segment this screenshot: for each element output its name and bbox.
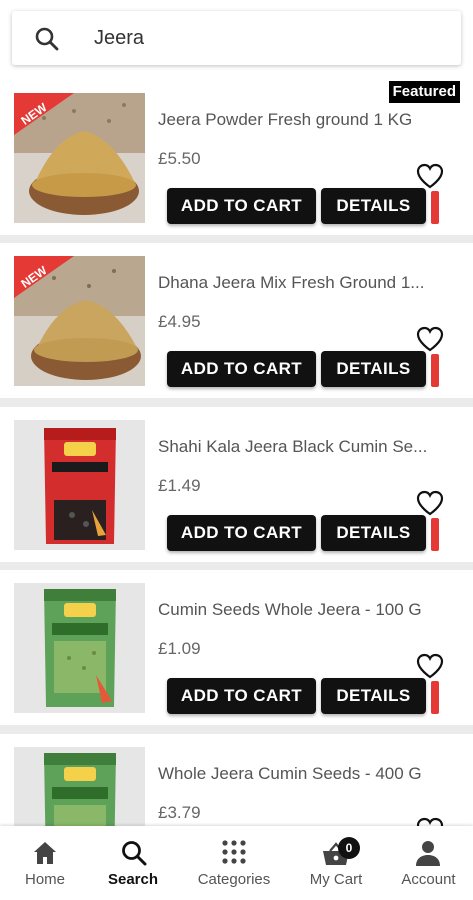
cart-count-badge: 0: [338, 837, 360, 859]
product-card[interactable]: Cumin Seeds Whole Jeera - 100 G £1.09 AD…: [0, 570, 473, 725]
search-header: [0, 0, 473, 80]
product-price: £1.49: [158, 476, 201, 495]
search-bar[interactable]: [12, 11, 461, 65]
product-name[interactable]: Shahi Kala Jeera Black Cumin Se...: [158, 437, 443, 457]
product-card[interactable]: NEW Featured Jeera Powder Fresh ground 1…: [0, 80, 473, 235]
heart-icon[interactable]: [416, 653, 444, 679]
heart-icon[interactable]: [416, 490, 444, 516]
nav-label: Search: [107, 871, 159, 888]
scroll-indicator: [431, 518, 439, 551]
scroll-indicator: [431, 191, 439, 224]
bottom-navigation: Home Search Categories 0 My Cart Account: [0, 826, 473, 900]
product-price: £1.09: [158, 639, 201, 658]
scroll-indicator: [431, 354, 439, 387]
details-button[interactable]: DETAILS: [321, 678, 426, 714]
add-to-cart-button[interactable]: ADD TO CART: [167, 188, 316, 224]
product-price: £5.50: [158, 149, 201, 168]
product-image[interactable]: NEW: [14, 256, 145, 386]
home-icon: [34, 842, 56, 864]
search-input[interactable]: [94, 19, 444, 57]
nav-item-search[interactable]: Search: [88, 826, 178, 900]
product-card[interactable]: Shahi Kala Jeera Black Cumin Se... £1.49…: [0, 407, 473, 562]
add-to-cart-button[interactable]: ADD TO CART: [167, 678, 316, 714]
product-image[interactable]: NEW: [14, 93, 145, 223]
featured-badge: Featured: [388, 81, 460, 103]
scroll-indicator: [431, 681, 439, 714]
heart-icon[interactable]: [416, 326, 444, 352]
product-name[interactable]: Jeera Powder Fresh ground 1 KG: [158, 110, 443, 130]
grid-icon: [222, 840, 246, 864]
nav-label: Home: [24, 871, 65, 888]
nav-label: My Cart: [309, 871, 363, 888]
heart-icon[interactable]: [416, 163, 444, 189]
product-image[interactable]: [14, 583, 145, 713]
add-to-cart-button[interactable]: ADD TO CART: [167, 351, 316, 387]
nav-item-account[interactable]: Account: [384, 826, 473, 900]
details-button[interactable]: DETAILS: [321, 188, 426, 224]
add-to-cart-button[interactable]: ADD TO CART: [167, 515, 316, 551]
product-image[interactable]: [14, 420, 145, 550]
nav-label: Categories: [197, 871, 271, 888]
nav-label: Account: [401, 871, 456, 888]
product-name[interactable]: Whole Jeera Cumin Seeds - 400 G: [158, 764, 443, 784]
search-icon: [122, 841, 147, 866]
product-name[interactable]: Cumin Seeds Whole Jeera - 100 G: [158, 600, 443, 620]
details-button[interactable]: DETAILS: [321, 351, 426, 387]
product-price: £3.79: [158, 803, 201, 822]
details-button[interactable]: DETAILS: [321, 515, 426, 551]
person-icon: [416, 841, 440, 866]
search-icon[interactable]: [34, 26, 60, 52]
nav-item-my-cart[interactable]: 0 My Cart: [290, 826, 382, 900]
nav-item-home[interactable]: Home: [0, 826, 90, 900]
product-name[interactable]: Dhana Jeera Mix Fresh Ground 1...: [158, 273, 443, 293]
nav-item-categories[interactable]: Categories: [184, 826, 284, 900]
product-card[interactable]: NEW Dhana Jeera Mix Fresh Ground 1... £4…: [0, 243, 473, 398]
product-price: £4.95: [158, 312, 201, 331]
